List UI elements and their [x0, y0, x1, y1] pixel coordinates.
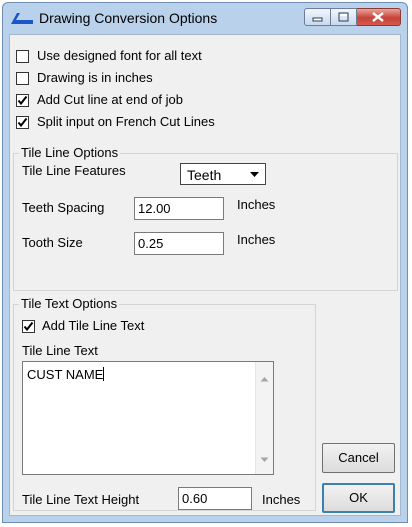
tile-line-text-area[interactable]: CUST NAME [22, 361, 274, 475]
logo-icon [10, 11, 34, 25]
scroll-up-icon [260, 370, 269, 385]
add-cut-line-label: Add Cut line at end of job [37, 92, 183, 107]
checkmark-icon [17, 117, 28, 128]
minimize-button[interactable] [304, 8, 331, 26]
tile-line-options-legend: Tile Line Options [19, 145, 121, 160]
checkmark-icon [23, 321, 34, 332]
cancel-button[interactable]: Cancel [322, 443, 395, 473]
maximize-button[interactable] [331, 8, 357, 26]
title-bar[interactable]: Drawing Conversion Options [3, 3, 407, 33]
close-button[interactable] [357, 8, 401, 26]
checkmark-icon [17, 95, 28, 106]
teeth-spacing-unit: Inches [237, 197, 276, 212]
use-designed-font-label: Use designed font for all text [37, 48, 202, 63]
tile-line-text-height-unit: Inches [262, 492, 301, 507]
ok-button[interactable]: OK [322, 483, 395, 513]
add-cut-line-checkbox[interactable] [16, 94, 29, 107]
tile-line-features-value: Teeth [187, 167, 222, 183]
drawing-in-inches-checkbox[interactable] [16, 72, 29, 85]
dialog-client-area: Use designed font for all text Drawing i… [9, 34, 401, 516]
tile-line-text-value: CUST NAME [27, 367, 105, 382]
window-controls [304, 8, 401, 28]
dialog-window: Drawing Conversion Options Use designed … [2, 2, 408, 523]
use-designed-font-checkbox[interactable] [16, 50, 29, 63]
tile-line-text-height-label: Tile Line Text Height [22, 492, 140, 507]
window-title: Drawing Conversion Options [39, 10, 218, 26]
tile-line-features-select[interactable]: Teeth [180, 163, 266, 185]
tooth-size-input[interactable]: 0.25 [134, 232, 224, 255]
tooth-size-unit: Inches [237, 232, 276, 247]
add-tile-line-text-label: Add Tile Line Text [42, 318, 145, 333]
add-tile-line-text-checkbox[interactable] [22, 320, 35, 333]
tile-line-text-height-input[interactable]: 0.60 [178, 487, 252, 510]
text-caret [103, 367, 105, 381]
teeth-spacing-label: Teeth Spacing [22, 200, 105, 215]
chevron-down-icon [246, 166, 263, 182]
tile-line-text-scrollbar[interactable] [255, 362, 273, 474]
scroll-down-icon [260, 451, 269, 466]
tile-line-features-label: Tile Line Features [22, 163, 126, 178]
teeth-spacing-input[interactable]: 12.00 [134, 197, 224, 220]
tile-text-options-legend: Tile Text Options [19, 296, 120, 311]
tile-line-text-label: Tile Line Text [22, 343, 98, 358]
tooth-size-label: Tooth Size [22, 235, 83, 250]
split-french-cut-checkbox[interactable] [16, 116, 29, 129]
split-french-cut-label: Split input on French Cut Lines [37, 114, 215, 129]
drawing-in-inches-label: Drawing is in inches [37, 70, 153, 85]
